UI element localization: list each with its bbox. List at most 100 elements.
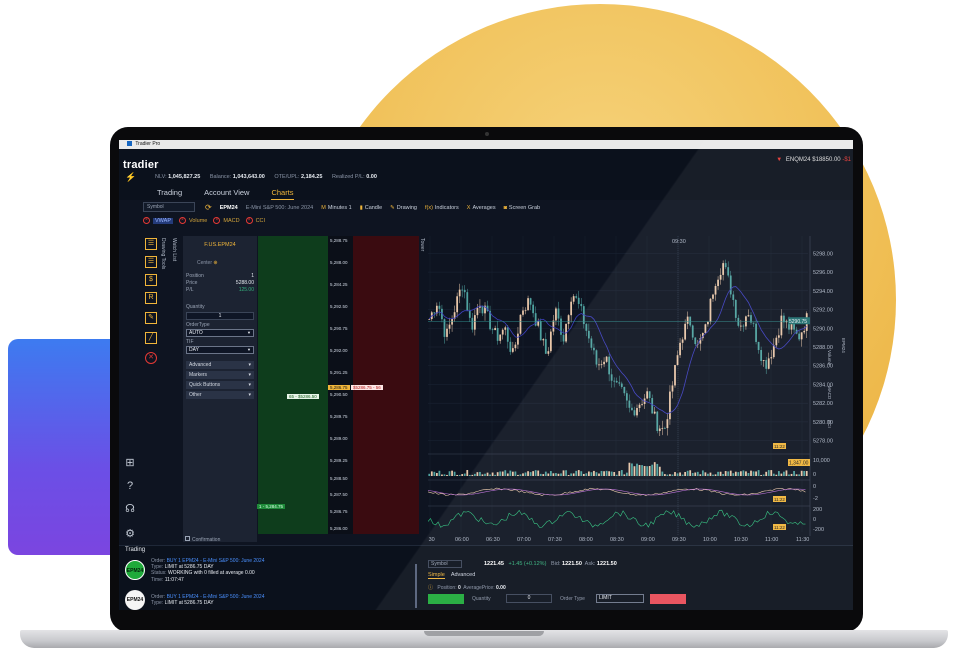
fill-tag[interactable]: 1 - 5,284.75 xyxy=(257,504,286,509)
interval-button[interactable]: M Minutes 1 xyxy=(321,205,351,211)
ladder-price[interactable]: 5,290.75 xyxy=(330,326,348,331)
remove-icon[interactable]: × xyxy=(213,217,221,224)
close-icon[interactable]: ✕ xyxy=(145,352,157,364)
drawing-tools-label[interactable]: Drawing Tools xyxy=(160,238,166,269)
time-tag-label: 11:22 xyxy=(774,444,785,449)
ladder-price[interactable]: 5,286.00 xyxy=(330,526,348,531)
dollar-icon[interactable]: $ xyxy=(145,274,157,286)
order-type-select[interactable]: AUTO xyxy=(186,329,254,337)
line-tool-icon[interactable]: ╱ xyxy=(145,332,157,344)
remove-icon[interactable]: × xyxy=(245,217,253,224)
indicator-macd[interactable]: × MACD xyxy=(213,217,240,224)
volume-bar xyxy=(539,473,542,476)
list-icon[interactable]: ☰ xyxy=(145,256,157,268)
y-tick-label: 5298.00 xyxy=(813,251,833,257)
candle-body xyxy=(719,274,722,280)
order-details[interactable]: Order: BUY 1 EPM24 - E-Mini S&P 500: Jun… xyxy=(151,558,265,583)
ladder-price[interactable]: 5,292.00 xyxy=(330,348,348,353)
markers-section[interactable]: Markers xyxy=(186,371,254,379)
volume-bar xyxy=(734,471,737,476)
ladder-price[interactable]: 5,288.00 xyxy=(330,260,348,265)
ladder-price[interactable]: 5,291.25 xyxy=(330,370,348,375)
order-type-select[interactable]: LIMIT xyxy=(596,594,644,603)
order-details[interactable]: Order: BUY 1 EPM24 - E-Mini S&P 500: Jun… xyxy=(151,594,265,606)
checkbox-box[interactable] xyxy=(185,536,190,541)
indicator-label: CCI xyxy=(255,217,266,224)
volume-bar xyxy=(772,473,775,476)
center-button[interactable]: Center ⊕ xyxy=(197,260,218,266)
gear-icon[interactable]: ⚙ xyxy=(123,527,137,541)
ladder-price[interactable]: 5,287.50 xyxy=(330,492,348,497)
volume-bar xyxy=(679,472,681,476)
volume-bar xyxy=(567,474,570,476)
rectangle-tool-icon[interactable]: R xyxy=(145,292,157,304)
tradier-logo[interactable]: tradier xyxy=(123,159,159,171)
buy-button[interactable] xyxy=(428,594,464,604)
candle-body xyxy=(676,355,679,366)
lightning-icon[interactable]: ⚡ xyxy=(125,172,136,183)
drawing-button[interactable]: ✎ Drawing xyxy=(390,205,417,211)
ask-order-tag[interactable]: $5286.75 - 56 xyxy=(351,385,383,390)
indicator-vwap[interactable]: × VWAP xyxy=(143,217,173,224)
screen-grab-button[interactable]: ◙ Screen Grab xyxy=(504,205,541,211)
pencil-icon: ✎ xyxy=(390,204,395,211)
quick-buttons-section[interactable]: Quick Buttons xyxy=(186,381,254,389)
averages-button[interactable]: X Averages xyxy=(467,205,496,211)
advanced-section[interactable]: Advanced xyxy=(186,361,254,369)
volume-bar xyxy=(572,473,575,476)
tif-select[interactable]: DAY xyxy=(186,346,254,354)
grid-icon[interactable]: ⊞ xyxy=(123,456,137,470)
ladder-price[interactable]: 5,289.25 xyxy=(330,458,348,463)
volume-bar xyxy=(762,474,765,476)
candle-body xyxy=(598,364,600,366)
pencil-icon[interactable]: ✎ xyxy=(145,312,157,324)
ladder-price[interactable]: 5,286.75 xyxy=(330,509,348,514)
symbol-input[interactable]: Symbol xyxy=(143,202,195,212)
candle-body xyxy=(625,393,628,401)
orders-scrollbar[interactable] xyxy=(415,564,417,608)
ladder-price[interactable]: 5,288.50 xyxy=(330,476,348,481)
bid-order-tag[interactable]: 65 - $5286.50 xyxy=(287,394,319,399)
ladder-price[interactable]: 5,292.50 xyxy=(330,304,348,309)
candle-body xyxy=(686,316,689,324)
price-chart[interactable]: 5298.00 5296.00 5294.00 5292.00 5290.00 5288.… xyxy=(428,236,833,542)
indicator-label: VWAP xyxy=(153,217,173,224)
order-badge[interactable]: EPM24 xyxy=(125,560,145,580)
candle-body xyxy=(438,305,441,309)
tab-advanced[interactable]: Advanced xyxy=(451,572,475,579)
ladder-price[interactable]: 5,289.75 xyxy=(330,414,348,419)
quantity-stepper[interactable]: 1 xyxy=(186,312,254,320)
ticker-summary[interactable]: ▼ ENQM24 $18850.00 -$1 xyxy=(776,157,851,163)
indicator-label: Volume xyxy=(189,217,208,224)
help-icon[interactable]: ? xyxy=(123,479,137,493)
ladder-price[interactable]: 5,290.50 xyxy=(330,392,348,397)
position-summary: ⓘ Position: 0 AveragePrice: 0.00 xyxy=(428,584,506,591)
candle-button[interactable]: ▮ Candle xyxy=(360,205,382,211)
ladder-price[interactable]: 5,289.00 xyxy=(330,436,348,441)
ladder-price[interactable]: 5,284.25 xyxy=(330,282,348,287)
indicator-cci[interactable]: × CCI xyxy=(245,217,266,224)
remove-icon[interactable]: × xyxy=(179,217,186,224)
other-section[interactable]: Other xyxy=(186,391,254,399)
order-badge[interactable]: EPM24 xyxy=(125,590,145,610)
list-icon[interactable]: ☰ xyxy=(145,238,157,250)
confirmation-checkbox[interactable]: Confirmation xyxy=(185,536,220,543)
volume-bar xyxy=(671,474,674,476)
headset-icon[interactable]: ☊ xyxy=(123,502,137,516)
tower-label[interactable]: Tower xyxy=(419,238,425,251)
window-titlebar: Tradier Pro xyxy=(119,140,853,149)
volume-bar xyxy=(793,471,795,476)
watch-list-label[interactable]: Watch List xyxy=(171,238,177,261)
refresh-icon[interactable]: ⟳ xyxy=(205,203,212,212)
indicators-button[interactable]: f(x) Indicators xyxy=(425,205,459,211)
ladder-price[interactable]: 5,288.75 xyxy=(330,238,348,243)
ticket-symbol-input[interactable]: Symbol xyxy=(428,560,462,568)
quantity-field[interactable]: 0 xyxy=(506,594,552,603)
volume-bar xyxy=(656,463,659,476)
chart-canvas[interactable]: 5298.005296.005294.005292.005290.005288.… xyxy=(428,236,848,542)
remove-icon[interactable]: × xyxy=(143,217,150,224)
tab-simple[interactable]: Simple xyxy=(428,572,445,579)
sell-button[interactable] xyxy=(650,594,686,604)
dom-bid-column[interactable] xyxy=(258,236,328,534)
indicator-volume[interactable]: × Volume xyxy=(179,217,207,224)
